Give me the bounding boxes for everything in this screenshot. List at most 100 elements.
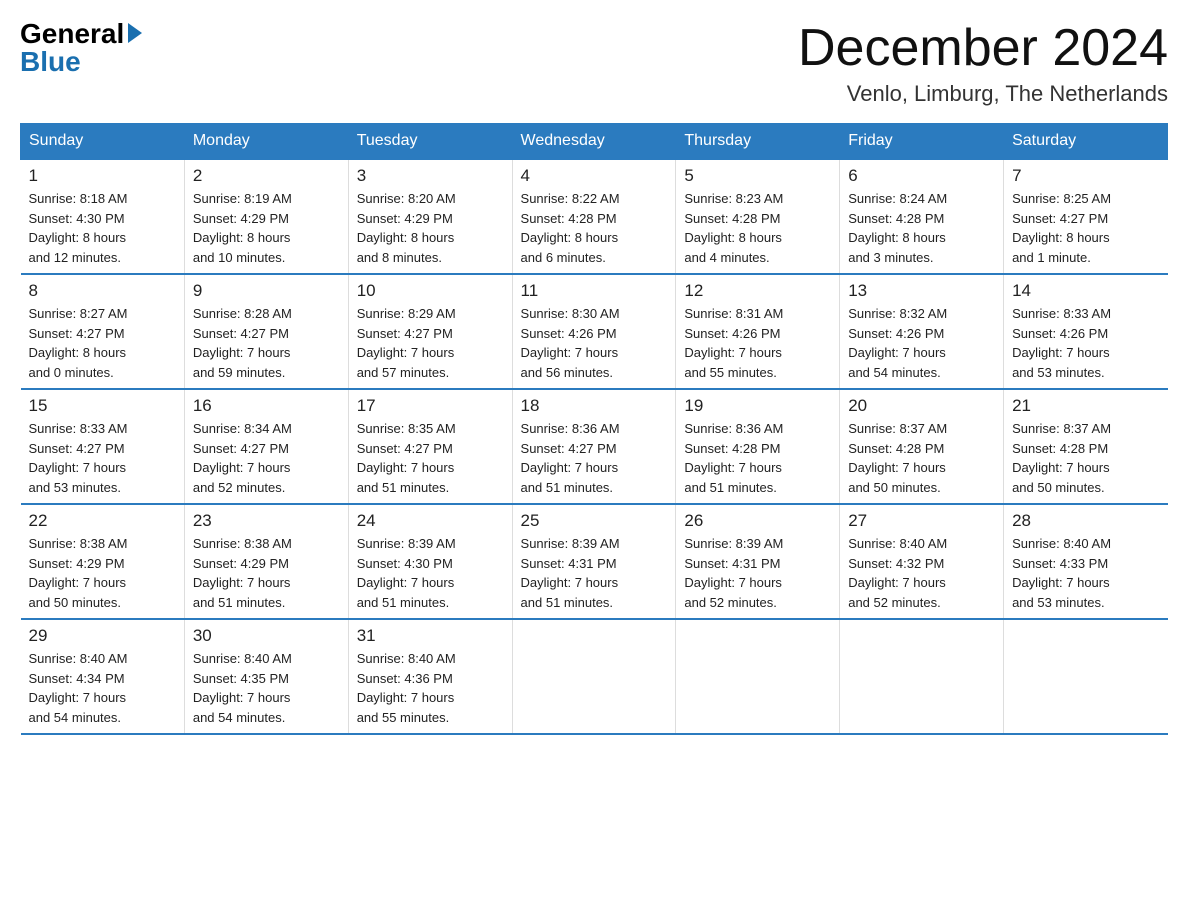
day-number: 1 xyxy=(29,166,176,186)
day-number: 3 xyxy=(357,166,504,186)
day-info: Sunrise: 8:25 AM Sunset: 4:27 PM Dayligh… xyxy=(1012,189,1159,267)
day-info: Sunrise: 8:40 AM Sunset: 4:36 PM Dayligh… xyxy=(357,649,504,727)
day-number: 12 xyxy=(684,281,831,301)
day-info: Sunrise: 8:37 AM Sunset: 4:28 PM Dayligh… xyxy=(1012,419,1159,497)
calendar-cell: 31 Sunrise: 8:40 AM Sunset: 4:36 PM Dayli… xyxy=(348,619,512,734)
day-number: 10 xyxy=(357,281,504,301)
day-info: Sunrise: 8:30 AM Sunset: 4:26 PM Dayligh… xyxy=(521,304,668,382)
day-number: 13 xyxy=(848,281,995,301)
calendar-cell: 12 Sunrise: 8:31 AM Sunset: 4:26 PM Dayli… xyxy=(676,274,840,389)
day-info: Sunrise: 8:28 AM Sunset: 4:27 PM Dayligh… xyxy=(193,304,340,382)
weekday-header-saturday: Saturday xyxy=(1004,124,1168,160)
calendar-cell: 2 Sunrise: 8:19 AM Sunset: 4:29 PM Daylig… xyxy=(184,159,348,274)
calendar-cell: 3 Sunrise: 8:20 AM Sunset: 4:29 PM Daylig… xyxy=(348,159,512,274)
calendar-cell: 30 Sunrise: 8:40 AM Sunset: 4:35 PM Dayli… xyxy=(184,619,348,734)
calendar-cell: 16 Sunrise: 8:34 AM Sunset: 4:27 PM Dayli… xyxy=(184,389,348,504)
day-number: 9 xyxy=(193,281,340,301)
day-info: Sunrise: 8:20 AM Sunset: 4:29 PM Dayligh… xyxy=(357,189,504,267)
weekday-header-monday: Monday xyxy=(184,124,348,160)
calendar-cell xyxy=(840,619,1004,734)
weekday-header-friday: Friday xyxy=(840,124,1004,160)
day-number: 22 xyxy=(29,511,176,531)
calendar-week-row: 8 Sunrise: 8:27 AM Sunset: 4:27 PM Daylig… xyxy=(21,274,1168,389)
location-title: Venlo, Limburg, The Netherlands xyxy=(798,81,1168,107)
day-info: Sunrise: 8:37 AM Sunset: 4:28 PM Dayligh… xyxy=(848,419,995,497)
day-number: 31 xyxy=(357,626,504,646)
calendar-cell: 7Sunrise: 8:25 AM Sunset: 4:27 PM Daylig… xyxy=(1004,159,1168,274)
day-number: 30 xyxy=(193,626,340,646)
day-info: Sunrise: 8:40 AM Sunset: 4:35 PM Dayligh… xyxy=(193,649,340,727)
calendar-table: SundayMondayTuesdayWednesdayThursdayFrid… xyxy=(20,123,1168,735)
logo: General Blue xyxy=(20,20,142,76)
day-number: 16 xyxy=(193,396,340,416)
day-info: Sunrise: 8:38 AM Sunset: 4:29 PM Dayligh… xyxy=(29,534,176,612)
day-info: Sunrise: 8:19 AM Sunset: 4:29 PM Dayligh… xyxy=(193,189,340,267)
calendar-cell: 24 Sunrise: 8:39 AM Sunset: 4:30 PM Dayli… xyxy=(348,504,512,619)
day-number: 27 xyxy=(848,511,995,531)
day-info: Sunrise: 8:22 AM Sunset: 4:28 PM Dayligh… xyxy=(521,189,668,267)
day-info: Sunrise: 8:39 AM Sunset: 4:31 PM Dayligh… xyxy=(684,534,831,612)
calendar-cell: 8 Sunrise: 8:27 AM Sunset: 4:27 PM Daylig… xyxy=(21,274,185,389)
calendar-cell: 11 Sunrise: 8:30 AM Sunset: 4:26 PM Dayli… xyxy=(512,274,676,389)
day-number: 11 xyxy=(521,281,668,301)
calendar-cell: 21 Sunrise: 8:37 AM Sunset: 4:28 PM Dayli… xyxy=(1004,389,1168,504)
day-number: 24 xyxy=(357,511,504,531)
day-info: Sunrise: 8:18 AM Sunset: 4:30 PM Dayligh… xyxy=(29,189,176,267)
day-info: Sunrise: 8:39 AM Sunset: 4:30 PM Dayligh… xyxy=(357,534,504,612)
day-info: Sunrise: 8:29 AM Sunset: 4:27 PM Dayligh… xyxy=(357,304,504,382)
page-header: General Blue December 2024 Venlo, Limbur… xyxy=(20,20,1168,107)
day-number: 21 xyxy=(1012,396,1159,416)
calendar-cell: 13 Sunrise: 8:32 AM Sunset: 4:26 PM Dayli… xyxy=(840,274,1004,389)
day-info: Sunrise: 8:31 AM Sunset: 4:26 PM Dayligh… xyxy=(684,304,831,382)
day-info: Sunrise: 8:33 AM Sunset: 4:26 PM Dayligh… xyxy=(1012,304,1159,382)
day-info: Sunrise: 8:27 AM Sunset: 4:27 PM Dayligh… xyxy=(29,304,176,382)
calendar-cell: 6Sunrise: 8:24 AM Sunset: 4:28 PM Daylig… xyxy=(840,159,1004,274)
day-number: 5 xyxy=(684,166,831,186)
calendar-cell: 28 Sunrise: 8:40 AM Sunset: 4:33 PM Dayli… xyxy=(1004,504,1168,619)
day-number: 17 xyxy=(357,396,504,416)
calendar-cell: 14 Sunrise: 8:33 AM Sunset: 4:26 PM Dayli… xyxy=(1004,274,1168,389)
day-info: Sunrise: 8:34 AM Sunset: 4:27 PM Dayligh… xyxy=(193,419,340,497)
day-number: 6 xyxy=(848,166,995,186)
day-number: 20 xyxy=(848,396,995,416)
day-number: 15 xyxy=(29,396,176,416)
calendar-cell: 15 Sunrise: 8:33 AM Sunset: 4:27 PM Dayli… xyxy=(21,389,185,504)
calendar-cell xyxy=(676,619,840,734)
calendar-cell: 5 Sunrise: 8:23 AM Sunset: 4:28 PM Daylig… xyxy=(676,159,840,274)
calendar-cell: 23 Sunrise: 8:38 AM Sunset: 4:29 PM Dayli… xyxy=(184,504,348,619)
day-info: Sunrise: 8:39 AM Sunset: 4:31 PM Dayligh… xyxy=(521,534,668,612)
logo-blue-text: Blue xyxy=(20,48,81,76)
day-info: Sunrise: 8:40 AM Sunset: 4:33 PM Dayligh… xyxy=(1012,534,1159,612)
calendar-cell: 20 Sunrise: 8:37 AM Sunset: 4:28 PM Dayli… xyxy=(840,389,1004,504)
calendar-cell: 18 Sunrise: 8:36 AM Sunset: 4:27 PM Dayli… xyxy=(512,389,676,504)
day-number: 28 xyxy=(1012,511,1159,531)
day-info: Sunrise: 8:40 AM Sunset: 4:32 PM Dayligh… xyxy=(848,534,995,612)
calendar-week-row: 22 Sunrise: 8:38 AM Sunset: 4:29 PM Dayli… xyxy=(21,504,1168,619)
weekday-header-sunday: Sunday xyxy=(21,124,185,160)
day-number: 23 xyxy=(193,511,340,531)
day-info: Sunrise: 8:32 AM Sunset: 4:26 PM Dayligh… xyxy=(848,304,995,382)
day-number: 29 xyxy=(29,626,176,646)
calendar-header-row: SundayMondayTuesdayWednesdayThursdayFrid… xyxy=(21,124,1168,160)
day-info: Sunrise: 8:38 AM Sunset: 4:29 PM Dayligh… xyxy=(193,534,340,612)
day-info: Sunrise: 8:23 AM Sunset: 4:28 PM Dayligh… xyxy=(684,189,831,267)
day-info: Sunrise: 8:33 AM Sunset: 4:27 PM Dayligh… xyxy=(29,419,176,497)
calendar-cell: 27 Sunrise: 8:40 AM Sunset: 4:32 PM Dayli… xyxy=(840,504,1004,619)
day-number: 14 xyxy=(1012,281,1159,301)
logo-general-text: General xyxy=(20,20,124,48)
day-info: Sunrise: 8:36 AM Sunset: 4:28 PM Dayligh… xyxy=(684,419,831,497)
calendar-week-row: 1 Sunrise: 8:18 AM Sunset: 4:30 PM Daylig… xyxy=(21,159,1168,274)
weekday-header-thursday: Thursday xyxy=(676,124,840,160)
day-number: 4 xyxy=(521,166,668,186)
calendar-cell: 22 Sunrise: 8:38 AM Sunset: 4:29 PM Dayli… xyxy=(21,504,185,619)
calendar-cell: 17Sunrise: 8:35 AM Sunset: 4:27 PM Dayli… xyxy=(348,389,512,504)
day-number: 2 xyxy=(193,166,340,186)
day-number: 18 xyxy=(521,396,668,416)
day-info: Sunrise: 8:36 AM Sunset: 4:27 PM Dayligh… xyxy=(521,419,668,497)
calendar-cell xyxy=(1004,619,1168,734)
weekday-header-wednesday: Wednesday xyxy=(512,124,676,160)
calendar-week-row: 29Sunrise: 8:40 AM Sunset: 4:34 PM Dayli… xyxy=(21,619,1168,734)
day-number: 8 xyxy=(29,281,176,301)
calendar-cell: 29Sunrise: 8:40 AM Sunset: 4:34 PM Dayli… xyxy=(21,619,185,734)
day-number: 19 xyxy=(684,396,831,416)
